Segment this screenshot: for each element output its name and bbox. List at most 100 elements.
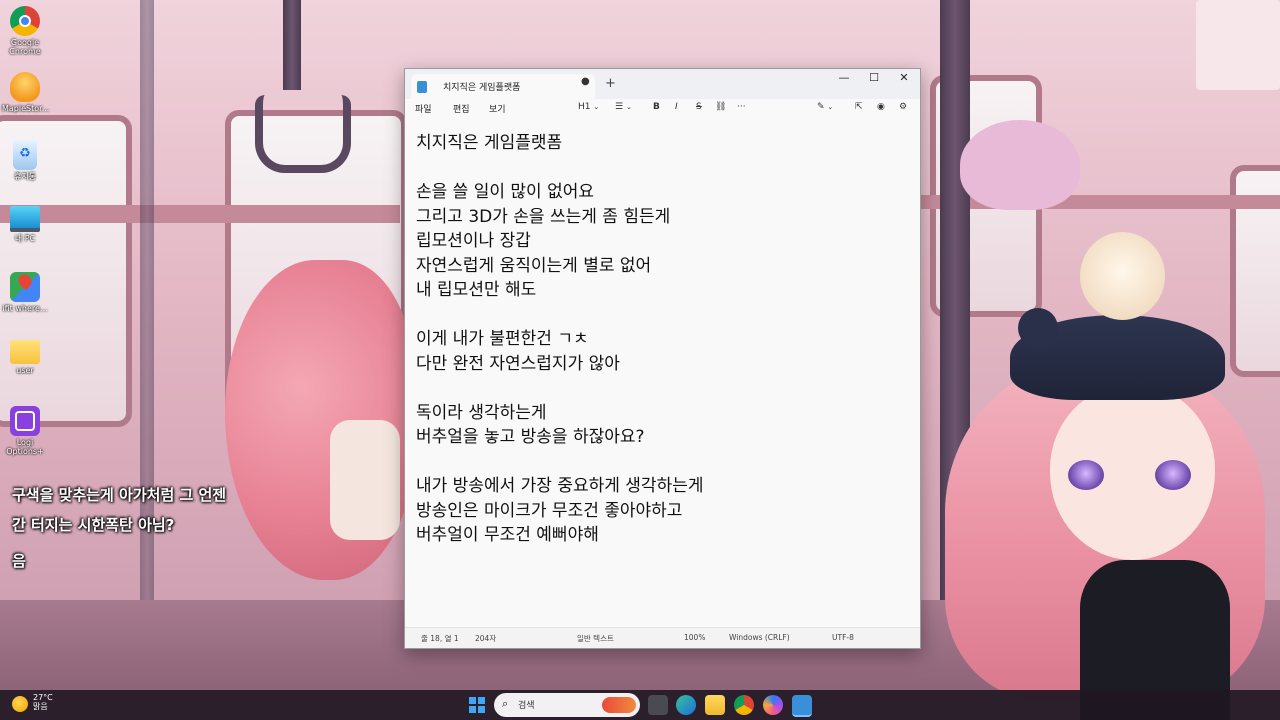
menu-view[interactable]: 보기 [489, 102, 506, 115]
menu-bar: 파일 편집 보기 H1 ⌄ ☰ ⌄ B I S ⛓ ··· ✎ ⌄ ⇱ ◉ ⚙ [405, 99, 920, 121]
vtuber-hat-ear [1018, 308, 1058, 348]
folder-icon [10, 340, 40, 364]
tab-title: 치지직은 게임플랫폼 [443, 83, 521, 93]
weather-temperature: 27°C [33, 693, 53, 702]
list-icon: ☰ [615, 102, 624, 112]
account-icon[interactable]: ◉ [877, 102, 885, 112]
italic-button[interactable]: I [675, 102, 678, 112]
heading-button[interactable]: H1 ⌄ [578, 102, 599, 112]
weather-sun-icon[interactable] [12, 696, 28, 712]
taskbar: ⌕ 검색 [0, 690, 1280, 720]
maps-icon [10, 271, 40, 302]
text-line [416, 450, 911, 475]
text-line: 그리고 3D가 손을 쓰는게 좀 힘든게 [416, 206, 671, 227]
desktop-icon-this-pc[interactable]: 내 PC [2, 206, 48, 243]
text-line [416, 303, 911, 328]
overlay-caption-line: 구색을 맞추는게 아가처럼 그 언젠 [12, 486, 227, 504]
text-line: 내가 방송에서 가장 중요하게 생각하는게 [416, 476, 704, 496]
hedgehog-mascot [1080, 232, 1165, 320]
file-explorer-icon[interactable] [705, 695, 725, 715]
new-tab-button[interactable]: + [605, 76, 616, 91]
status-format[interactable]: 일반 텍스트 [577, 633, 614, 644]
notepad-text-area[interactable]: 치지직은 게임플랫폼 손을 쓸 일이 많이 없어요 그리고 3D가 손을 쓰는게 좀… [416, 131, 911, 621]
text-line: 이게 내가 불편한건 ㄱㅊ [416, 329, 589, 349]
unsaved-indicator-icon[interactable]: ● [581, 76, 590, 87]
desktop-icon-label: user [16, 366, 34, 375]
wallpaper-pole [140, 0, 154, 690]
windows-logo-icon [469, 697, 485, 713]
desktop-icon-label: Logi Options+ [6, 438, 44, 456]
notepad-icon[interactable] [792, 695, 812, 717]
recycle-bin-icon: ♻ [13, 140, 37, 170]
taskbar-search-box[interactable]: ⌕ 검색 [494, 693, 640, 717]
vtuber-left-eye [1068, 460, 1104, 490]
desktop-icon-label: Google Chrome [9, 38, 41, 56]
text-line: 독이라 생각하는게 [416, 402, 547, 423]
desktop-icon-chrome[interactable]: Google Chrome [2, 6, 48, 56]
desktop-icon-label: MapleStor... [2, 104, 50, 113]
settings-gear-icon[interactable]: ⚙ [899, 102, 907, 112]
maximize-button[interactable]: ☐ [860, 71, 888, 91]
text-line [416, 376, 911, 401]
wallpaper-pole [283, 0, 301, 90]
heading-label: H1 [578, 102, 591, 112]
notepad-titlebar[interactable]: 치지직은 게임플랫폼 ● + — ☐ ✕ [405, 69, 920, 99]
desktop-icon-label: ifit where... [2, 304, 48, 313]
wallpaper-character-body [330, 420, 400, 540]
text-line: 방송인은 마이크가 무조건 좋아야하고 [416, 500, 683, 521]
menu-file[interactable]: 파일 [415, 102, 432, 115]
wallpaper-corner-decoration [1196, 0, 1280, 90]
desktop-icon-recycle-bin[interactable]: ♻ 휴지통 [2, 140, 48, 181]
list-button[interactable]: ☰ ⌄ [615, 102, 632, 112]
bold-button[interactable]: B [653, 102, 660, 112]
desktop-icon-maplestory[interactable]: MapleStor... [2, 72, 50, 113]
logi-options-icon [10, 406, 40, 436]
wallpaper-handle [255, 95, 351, 173]
text-line: 손을 쓸 일이 많이 없어요 [416, 182, 595, 202]
this-pc-icon [10, 206, 40, 232]
taskbar-search-placeholder: 검색 [518, 701, 535, 711]
chrome-icon[interactable] [734, 695, 754, 715]
status-line-ending[interactable]: Windows (CRLF) [729, 633, 790, 642]
text-line: 자연스럽게 움직이는게 별로 없어 [416, 255, 652, 276]
overlay-caption-line: 음 [12, 552, 26, 570]
notepad-tab[interactable]: 치지직은 게임플랫폼 ● [411, 74, 595, 99]
desktop-icon-user-folder[interactable]: user [2, 340, 48, 375]
edge-icon[interactable] [676, 695, 696, 715]
more-options-button[interactable]: ··· [737, 102, 746, 112]
feedback-icon[interactable]: ⇱ [855, 102, 863, 112]
task-view-icon[interactable] [648, 695, 668, 715]
menu-edit[interactable]: 편집 [453, 102, 470, 115]
text-line: 내 립모션만 해도 [416, 280, 537, 300]
vtuber-right-eye [1155, 460, 1191, 490]
text-line: 버추얼이 무조건 예뻐야해 [416, 525, 599, 545]
wallpaper-cloud-character [960, 120, 1080, 210]
text-line: 버추얼을 놓고 방송을 하잖아요? [416, 427, 645, 447]
minimize-button[interactable]: — [830, 71, 858, 91]
weather-description: 맑음 [33, 702, 48, 711]
search-icon: ⌕ [502, 697, 509, 710]
link-button[interactable]: ⛓ [715, 102, 726, 112]
overlay-caption-line: 간 터지는 시한폭탄 아님? [12, 516, 175, 534]
chrome-icon [10, 6, 40, 36]
text-line: 다만 완전 자연스럽지가 않아 [416, 353, 620, 374]
desktop-icon-label: 휴지통 [13, 172, 37, 181]
notepad-window: 치지직은 게임플랫폼 ● + — ☐ ✕ 파일 편집 보기 H1 ⌄ ☰ ⌄ B… [404, 68, 921, 649]
text-line [416, 156, 911, 181]
status-encoding[interactable]: UTF-8 [832, 633, 854, 642]
text-line: 립모션이나 장갑 [416, 231, 531, 251]
copilot-icon[interactable] [763, 695, 783, 715]
wallpaper-rail [0, 205, 400, 223]
weather-widget[interactable]: 27°C 맑음 [33, 693, 53, 711]
status-char-count: 204자 [475, 634, 497, 643]
start-button[interactable] [467, 695, 487, 715]
desktop-icon-label: 내 PC [14, 234, 36, 243]
desktop-icon-maps[interactable]: ifit where... [2, 271, 48, 313]
status-bar: 줄 18, 열 1 204자 일반 텍스트 100% Windows (CRLF… [405, 627, 920, 648]
desktop-icon-logi-options[interactable]: Logi Options+ [2, 406, 48, 456]
close-button[interactable]: ✕ [890, 71, 918, 91]
copilot-rewrite-icon[interactable]: ✎ ⌄ [817, 102, 833, 112]
status-zoom[interactable]: 100% [684, 633, 705, 642]
strikethrough-button[interactable]: S [696, 102, 702, 112]
search-highlight-icon [602, 697, 636, 713]
